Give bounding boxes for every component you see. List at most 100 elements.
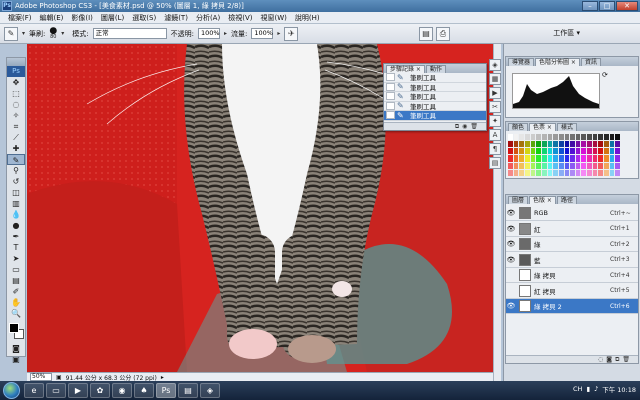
volume-icon[interactable]: ♪	[594, 385, 598, 393]
swatch[interactable]	[604, 134, 609, 141]
menu-edit[interactable]: 編輯(E)	[36, 13, 68, 23]
swatch[interactable]	[587, 141, 592, 148]
swatch[interactable]	[536, 134, 541, 141]
history-panel-icon[interactable]: ▦	[489, 73, 501, 85]
swatch[interactable]	[558, 169, 564, 176]
shape-tool-icon[interactable]: ▭	[7, 264, 25, 275]
hand-tool-icon[interactable]: ✋	[7, 297, 25, 308]
swatch[interactable]	[508, 162, 513, 169]
preset-dropdown-arrow-icon[interactable]: ▾	[22, 30, 25, 37]
swatch[interactable]	[592, 134, 598, 141]
swatch[interactable]	[513, 141, 519, 148]
tab-navigator[interactable]: 導覽器	[508, 58, 535, 66]
brush-size-picker[interactable]: ● 80	[49, 26, 57, 40]
swatch[interactable]	[575, 162, 581, 169]
swatch[interactable]	[513, 155, 519, 162]
browser-icon[interactable]: ◉	[112, 383, 132, 398]
swatch[interactable]	[592, 155, 598, 162]
swatch[interactable]	[519, 134, 524, 141]
swatch[interactable]	[570, 162, 575, 169]
swatch[interactable]	[508, 141, 513, 148]
trash-icon[interactable]: 🗑	[470, 123, 478, 130]
paragraph-panel-icon[interactable]: ¶	[489, 143, 501, 155]
swatch[interactable]	[598, 134, 604, 141]
swatch[interactable]	[570, 148, 575, 155]
flow-slider-arrow-icon[interactable]: ▸	[277, 30, 280, 37]
menu-window[interactable]: 視窗(W)	[256, 13, 290, 23]
start-button[interactable]	[3, 382, 20, 399]
history-snapshot-checkbox[interactable]	[386, 73, 395, 82]
photoshop-taskbar-icon[interactable]: Ps	[156, 383, 176, 398]
visibility-eye-icon[interactable]: 👁	[506, 240, 516, 248]
swatch[interactable]	[592, 148, 598, 155]
visibility-eye-icon[interactable]: 👁	[506, 225, 516, 233]
swatch[interactable]	[575, 148, 581, 155]
swatch[interactable]	[541, 162, 547, 169]
actions-panel-icon[interactable]: ▶	[489, 87, 501, 99]
history-snapshot-checkbox[interactable]	[386, 92, 395, 101]
channel-row[interactable]: 👁 藍 Ctrl+3	[506, 253, 638, 268]
brush-tool-icon[interactable]: ✎	[7, 154, 25, 165]
swatch[interactable]	[519, 169, 524, 176]
swatch[interactable]	[536, 148, 541, 155]
swatch[interactable]	[547, 155, 553, 162]
swatch[interactable]	[541, 148, 547, 155]
swatch[interactable]	[547, 162, 553, 169]
swatch[interactable]	[615, 134, 620, 141]
network-icon[interactable]: ▮	[586, 385, 590, 393]
magic-wand-icon[interactable]: ✧	[7, 110, 25, 121]
menu-view[interactable]: 檢視(V)	[224, 13, 256, 23]
channel-row[interactable]: 紅 拷貝 Ctrl+5	[506, 284, 638, 299]
type-tool-icon[interactable]: T	[7, 242, 25, 253]
navigator-panel-icon[interactable]: ◈	[489, 59, 501, 71]
swatch[interactable]	[508, 169, 513, 176]
tab-swatches[interactable]: 色票 ×	[529, 123, 556, 131]
crop-tool-icon[interactable]: ⌗	[7, 121, 25, 132]
swatch-grid[interactable]	[508, 134, 620, 176]
language-indicator[interactable]: CH	[573, 385, 582, 393]
workspace-button[interactable]: 工作區 ▾	[553, 28, 580, 38]
swatch[interactable]	[604, 141, 609, 148]
swatch[interactable]	[587, 134, 592, 141]
tab-layers[interactable]: 圖層	[508, 196, 529, 204]
swatch[interactable]	[553, 148, 558, 155]
swatch[interactable]	[519, 148, 524, 155]
swatch[interactable]	[530, 155, 536, 162]
swatch[interactable]	[513, 148, 519, 155]
swatch[interactable]	[581, 169, 587, 176]
swatch[interactable]	[524, 169, 530, 176]
swatch[interactable]	[547, 169, 553, 176]
history-snapshot-checkbox[interactable]	[386, 82, 395, 91]
swatch[interactable]	[570, 134, 575, 141]
swatch[interactable]	[581, 162, 587, 169]
marquee-tool-icon[interactable]: ⬚	[7, 88, 25, 99]
swatch[interactable]	[581, 155, 587, 162]
swatch[interactable]	[508, 155, 513, 162]
menu-analysis[interactable]: 分析(A)	[192, 13, 224, 23]
histogram-panel-header[interactable]: 導覽器 色階分佈圖 × 資訊	[506, 57, 638, 66]
visibility-eye-icon[interactable]: 👁	[506, 256, 516, 264]
tab-styles[interactable]: 樣式	[556, 123, 577, 131]
swatch[interactable]	[541, 141, 547, 148]
swatch[interactable]	[524, 148, 530, 155]
tools-panel-icon[interactable]: ✂	[489, 101, 501, 113]
swatch[interactable]	[587, 155, 592, 162]
swatch[interactable]	[604, 155, 609, 162]
swatch[interactable]	[581, 141, 587, 148]
swatch[interactable]	[615, 169, 620, 176]
menu-select[interactable]: 選取(S)	[128, 13, 160, 23]
swatch[interactable]	[530, 148, 536, 155]
swatch[interactable]	[615, 155, 620, 162]
swatch[interactable]	[541, 155, 547, 162]
swatch[interactable]	[570, 169, 575, 176]
swatch[interactable]	[587, 169, 592, 176]
tab-info[interactable]: 資訊	[580, 58, 601, 66]
swatch[interactable]	[609, 169, 615, 176]
swatch[interactable]	[598, 162, 604, 169]
menu-filter[interactable]: 濾鏡(T)	[160, 13, 192, 23]
move-tool-icon[interactable]: ✥	[7, 77, 25, 88]
maximize-button[interactable]: □	[599, 1, 615, 11]
swatch[interactable]	[558, 155, 564, 162]
close-button[interactable]: ✕	[616, 1, 638, 11]
tab-paths[interactable]: 路徑	[556, 196, 577, 204]
